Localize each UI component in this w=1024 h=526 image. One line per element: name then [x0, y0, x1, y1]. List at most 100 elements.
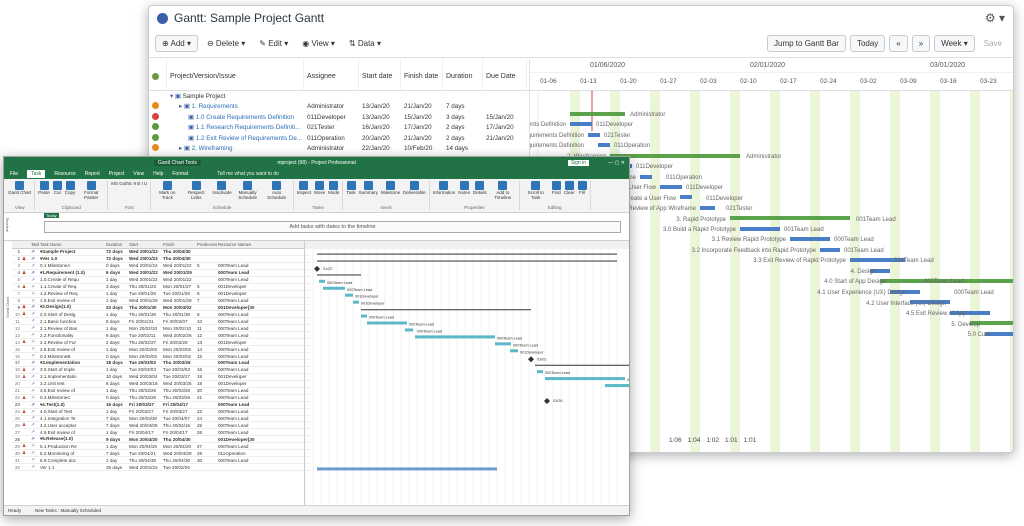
ms-predecessors[interactable]: 30	[196, 458, 217, 463]
task-name[interactable]: 1.1 Research Requirements Definiti...	[196, 124, 301, 131]
ms-start[interactable]: Wed 20/01/22	[128, 277, 162, 282]
ribbon-button-label[interactable]: Gantt Chart	[8, 190, 31, 195]
ms-col-header[interactable]: Start	[128, 241, 162, 248]
ms-task-name[interactable]: 2.1.Basic function	[39, 319, 105, 324]
ribbon-button-label[interactable]: Move	[314, 190, 325, 195]
task-row[interactable]: ▣ 1.2 Exit Review of Requirements De... 0…	[149, 133, 529, 144]
ms-finish[interactable]: Thu 20/04/30	[162, 256, 196, 261]
ms-resources[interactable]: 011Operation	[217, 451, 261, 456]
ms-task-name[interactable]: 0.3.MilestoneC	[39, 395, 105, 400]
task-row[interactable]: ▾ ▣ Sample Project	[149, 91, 529, 102]
ms-start[interactable]: Mon 20/03/02	[128, 354, 162, 359]
gantt-bar[interactable]	[820, 248, 840, 252]
task-name[interactable]: 1.2 Exit Review of Requirements De...	[196, 135, 302, 142]
ms-predecessors[interactable]: 22	[196, 409, 217, 414]
prev-button[interactable]: «	[889, 35, 908, 52]
ribbon-button-label[interactable]: Mode	[328, 190, 339, 195]
ms-duration[interactable]: 1 day	[105, 430, 128, 435]
ms-task-row[interactable]: 27 ↗ 4.9.Exit review of 1 day Fri 20/04/17 Fr…	[12, 429, 310, 437]
ms-predecessors[interactable]: 29	[196, 451, 217, 456]
ribbon-button[interactable]: Add to Timeline	[490, 181, 516, 200]
ms-gantt-bar[interactable]	[495, 342, 511, 346]
ms-finish[interactable]: Fri 20/04/17	[162, 402, 196, 407]
ms-task-row[interactable]: 19 ♟ ↗ 3.1.Implementatio 10 days Wed 20/03/04…	[12, 374, 310, 381]
ribbon-button-label[interactable]: Inspect	[297, 190, 312, 195]
ms-resources[interactable]: 000Team Lead	[217, 319, 261, 324]
ms-duration[interactable]: 8 days	[105, 333, 128, 338]
ms-task-name[interactable]: 3.1.Implementatio	[39, 374, 105, 379]
ms-gantt-bar[interactable]	[605, 384, 629, 388]
ms-task-row[interactable]: 3 ↗ 0.1 MilestoneA 0 days Wed 20/01/22 Wed 20…	[12, 263, 310, 270]
ribbon-button[interactable]: Inspect	[297, 181, 312, 195]
ribbon-button[interactable]: Inactivate	[212, 181, 232, 195]
col-header[interactable]: Start date	[359, 59, 401, 90]
ms-finish[interactable]: Thu 20/03/26	[162, 388, 196, 393]
today-button[interactable]: Today	[849, 35, 886, 52]
ms-task-row[interactable]: 16 ↗ 0.2.MilestoneB 0 days Mon 20/03/02 Mon 2…	[12, 353, 310, 360]
next-button[interactable]: »	[911, 35, 931, 52]
ms-gantt-bar[interactable]	[361, 314, 367, 318]
ms-task-name[interactable]: 1.2.Review of Req	[39, 291, 105, 296]
ms-resources[interactable]: 001Developer[30	[217, 305, 261, 310]
ms-predecessors[interactable]: 18	[196, 374, 217, 379]
task-row[interactable]: ▸ ▣ 1. Requirements Administrator 13/Jan/2…	[149, 102, 529, 113]
ms-gantt-bar[interactable]	[317, 467, 497, 471]
ms-task-name[interactable]: 1.9.Exit review of	[39, 298, 105, 303]
ribbon-button[interactable]: Move	[314, 181, 325, 195]
ribbon-button-label[interactable]: Respect Links	[183, 190, 209, 200]
ms-finish[interactable]: Wed 20/01/22	[162, 263, 196, 268]
ms-task-row[interactable]: 32 ↗ Ver 1.1 25 days Wed 20/01/22 Tue 20/02/2…	[12, 464, 310, 471]
ms-task-name[interactable]: 4.2.User acceptar	[39, 423, 105, 428]
delete-button[interactable]: ⊖ Delete ▾	[202, 36, 250, 51]
ms-task-row[interactable]: 30 ♟ ↗ 5.2.Monitoring of 7 days Tue 20/04/21 W…	[12, 450, 310, 458]
gantt-bar[interactable]	[640, 175, 652, 179]
zoom-option[interactable]: 1:06	[669, 437, 682, 444]
ms-finish[interactable]: Wed 20/01/29	[162, 270, 196, 275]
ms-gantt-bar[interactable]	[510, 349, 518, 353]
ms-finish[interactable]: Mon 20/04/20	[162, 444, 196, 449]
ms-task-row[interactable]: 26 ♟ ↗ 4.2.User acceptar 7 days Wed 20/04/08 T…	[12, 422, 310, 430]
col-header[interactable]: Duration	[443, 59, 483, 90]
ms-resources[interactable]: 000Team Lead	[217, 423, 261, 428]
gear-icon[interactable]: ⚙ ▾	[985, 11, 1005, 25]
ms-duration[interactable]: 6 days	[105, 319, 128, 324]
ms-resources[interactable]: 000Team Lead	[217, 312, 261, 317]
ms-task-row[interactable]: 8 ↗ 1.9.Exit review of 1 day Wed 20/01/29 Wed…	[12, 298, 310, 305]
sign-in-button[interactable]: Sign in	[567, 159, 589, 166]
ms-predecessors[interactable]: 15	[196, 354, 217, 359]
ms-predecessors[interactable]: 25	[196, 423, 217, 428]
ms-task-row[interactable]: 14 ♟ ↗ 2.3.Review of Fur 2 days Thu 20/02/27 F…	[12, 339, 310, 347]
ms-task-name[interactable]: ▾Sample Project	[39, 249, 105, 255]
gantt-bar[interactable]	[790, 237, 830, 241]
ribbon-button[interactable]: Auto Schedule	[264, 181, 290, 200]
ribbon-button[interactable]: Paste	[38, 181, 50, 195]
ms-task-row[interactable]: 10 ♟ ↗ 2.0.Start of Desig 1 day Thu 20/01/30 T…	[12, 311, 310, 319]
col-header[interactable]: Assignee	[304, 59, 359, 90]
ms-task-name[interactable]: 2.2.Functionality	[39, 333, 105, 338]
save-button[interactable]: Save	[979, 36, 1007, 51]
ms-task-name[interactable]: 3.8.Exit review of	[39, 388, 105, 393]
ms-task-name[interactable]: 2.8.Exit review of	[39, 347, 105, 352]
gantt-bar[interactable]	[730, 216, 850, 220]
ms-finish[interactable]: Wed 20/04/29	[162, 451, 196, 456]
ms-task-row[interactable]: 21 ↗ 3.8.Exit review of 1 day Thu 20/03/26 Th…	[12, 388, 310, 395]
ms-finish[interactable]: Wed 20/02/26	[162, 333, 196, 338]
task-row[interactable]: ▣ 1.1 Research Requirements Definiti... 0…	[149, 123, 529, 134]
ms-task-name[interactable]: 1.1.Create of Req.	[39, 284, 105, 289]
ms-start[interactable]: Wed 20/01/22	[128, 263, 162, 268]
ms-col-header[interactable]	[21, 241, 30, 248]
ribbon-button-label[interactable]: Auto Schedule	[264, 190, 290, 200]
ribbon-button-label[interactable]: Notes	[458, 190, 470, 195]
ms-resources[interactable]: 000Team Lead	[217, 444, 261, 449]
ms-resources[interactable]: 000Team Lead	[217, 263, 261, 268]
ribbon-button[interactable]: Manually Schedule	[235, 181, 261, 200]
ribbon-button[interactable]: Clear	[564, 181, 575, 195]
ms-predecessors[interactable]: 11	[196, 326, 217, 331]
ms-task-row[interactable]: 31 ↗ 5.9.Complete doc 1 day Thu 20/04/30 Thu …	[12, 457, 310, 465]
ms-finish[interactable]: Mon 20/02/10	[162, 326, 196, 331]
ms-duration[interactable]: 1 day	[105, 409, 128, 414]
ms-duration[interactable]: 1 day	[105, 458, 128, 463]
ms-duration[interactable]: 6 days	[105, 381, 128, 386]
ms-task-row[interactable]: 18 ♟ ↗ 3.0.Start of Imple 1 day Tue 20/03/03 T…	[12, 367, 310, 374]
task-name[interactable]: 2. Wireframing	[192, 145, 233, 152]
